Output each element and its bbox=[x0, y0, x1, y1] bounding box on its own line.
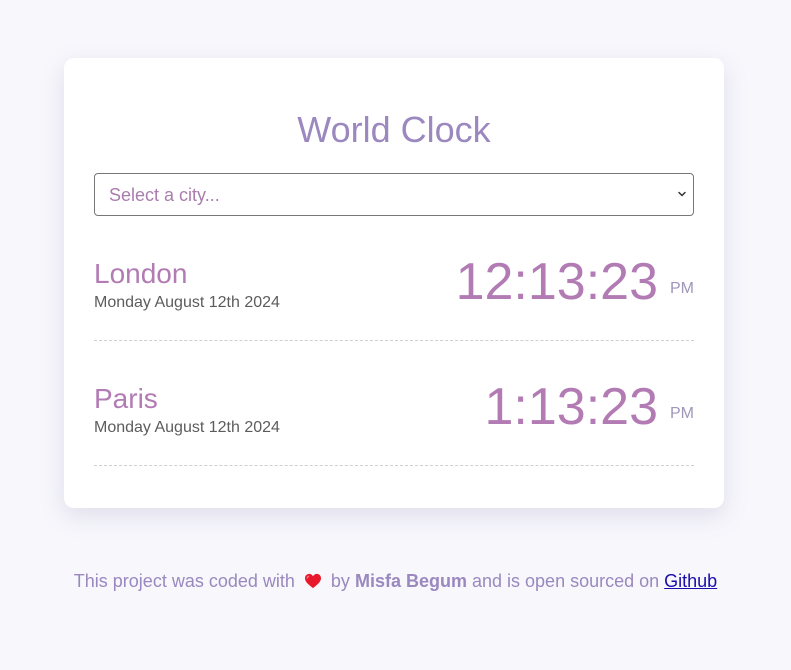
footer-text-after: and is open sourced on bbox=[472, 571, 660, 591]
footer-text-before: This project was coded with bbox=[73, 571, 295, 591]
city-date: Monday August 12th 2024 bbox=[94, 294, 280, 311]
city-ampm: PM bbox=[670, 405, 694, 422]
city-time: 1:13:23 bbox=[484, 378, 659, 436]
footer-text-by: by bbox=[330, 571, 350, 591]
heart-icon bbox=[304, 573, 321, 589]
city-row-london: London Monday August 12th 2024 12:13:23 … bbox=[94, 216, 694, 341]
city-time: 12:13:23 bbox=[455, 253, 658, 311]
city-date: Monday August 12th 2024 bbox=[94, 419, 280, 436]
footer: This project was coded with by Misfa Beg… bbox=[0, 571, 791, 592]
city-ampm: PM bbox=[670, 280, 694, 297]
world-clock-card: World Clock Select a city... London Mond… bbox=[64, 58, 724, 508]
city-row-paris: Paris Monday August 12th 2024 1:13:23 PM bbox=[94, 341, 694, 466]
city-select[interactable]: Select a city... bbox=[94, 173, 694, 216]
chevron-down-icon bbox=[678, 191, 686, 197]
city-name: Paris bbox=[94, 383, 158, 414]
city-select-placeholder: Select a city... bbox=[109, 185, 220, 205]
footer-author: Misfa Begum bbox=[354, 571, 467, 591]
github-link[interactable]: Github bbox=[664, 571, 717, 591]
city-name: London bbox=[94, 258, 188, 289]
page-title: World Clock bbox=[297, 109, 491, 150]
